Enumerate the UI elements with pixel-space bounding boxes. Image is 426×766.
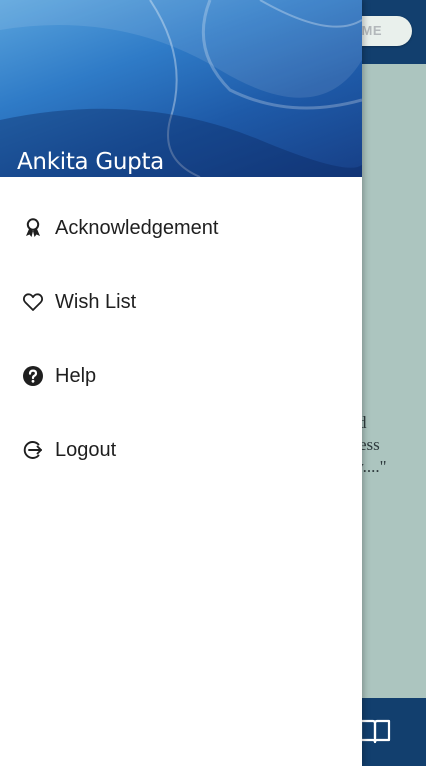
navigation-drawer: Ankita Gupta Acknowledgement Wish List H… xyxy=(0,0,362,766)
header-action-label: ME xyxy=(361,23,382,38)
menu-item-label: Logout xyxy=(55,438,117,461)
menu-item-label: Acknowledgement xyxy=(55,216,219,239)
menu-item-label: Help xyxy=(55,364,97,387)
menu-item-wish-list[interactable]: Wish List xyxy=(0,278,362,326)
menu-item-label: Wish List xyxy=(55,290,137,313)
award-icon xyxy=(22,217,44,239)
user-name: Ankita Gupta xyxy=(17,149,164,175)
menu-item-acknowledgement[interactable]: Acknowledgement xyxy=(0,204,362,252)
drawer-header: Ankita Gupta xyxy=(0,0,362,177)
book-icon[interactable] xyxy=(358,716,392,746)
heart-icon xyxy=(22,291,44,313)
logout-icon xyxy=(22,439,44,461)
help-circle-icon xyxy=(22,365,44,387)
menu-item-logout[interactable]: Logout xyxy=(0,426,362,474)
menu-item-help[interactable]: Help xyxy=(0,352,362,400)
